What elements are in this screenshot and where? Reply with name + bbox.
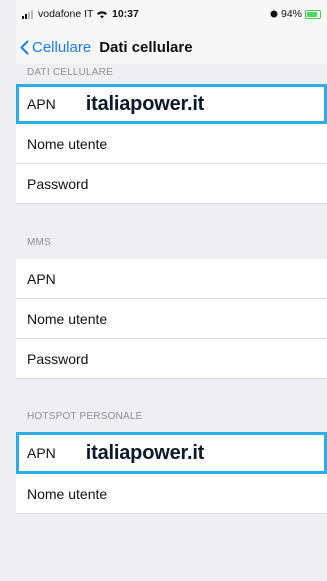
apn-value: italiapower.it bbox=[85, 441, 205, 464]
page-title: Dati cellulare bbox=[99, 38, 193, 56]
dati-apn-field[interactable]: APN italiapower.it bbox=[16, 84, 327, 124]
battery-percent: 94% bbox=[280, 8, 302, 20]
status-bar: vodafone IT 10:37 94% bbox=[16, 0, 327, 30]
signal-icon bbox=[22, 9, 33, 19]
hotspot-apn-field[interactable]: APN italiapower.it bbox=[16, 432, 327, 474]
dati-password-field[interactable]: Password bbox=[16, 164, 327, 204]
navigation-bar: Cellulare Dati cellulare bbox=[16, 30, 327, 64]
back-button[interactable]: Cellulare bbox=[20, 39, 91, 56]
clock: 10:37 bbox=[112, 8, 139, 20]
apn-label: APN bbox=[27, 270, 56, 287]
section-header-mms: MMS bbox=[27, 237, 51, 248]
phone-screen: vodafone IT 10:37 94% Cellulare Dati cel… bbox=[16, 0, 327, 581]
username-label: Nome utente bbox=[27, 310, 108, 327]
carrier-info: vodafone IT bbox=[22, 8, 108, 20]
battery-icon bbox=[305, 9, 321, 19]
hotspot-username-field[interactable]: Nome utente bbox=[16, 474, 327, 514]
section-header-hotspot: HOTSPOT PERSONALE bbox=[27, 411, 143, 422]
password-label: Password bbox=[27, 175, 89, 192]
apn-label: APN bbox=[27, 445, 56, 461]
back-label: Cellulare bbox=[32, 38, 92, 56]
chevron-left-icon bbox=[20, 40, 29, 54]
apn-value: italiapower.it bbox=[85, 92, 205, 115]
mms-username-field[interactable]: Nome utente bbox=[16, 299, 327, 339]
dati-username-field[interactable]: Nome utente bbox=[16, 124, 327, 164]
username-label: Nome utente bbox=[27, 135, 108, 152]
mms-password-field[interactable]: Password bbox=[16, 339, 327, 379]
wifi-icon bbox=[97, 10, 108, 18]
battery-status: 94% bbox=[270, 8, 321, 20]
password-label: Password bbox=[27, 350, 89, 367]
mms-apn-field[interactable]: APN bbox=[16, 259, 327, 299]
section-header-dati-cellulare: DATI CELLULARE bbox=[27, 67, 113, 78]
username-label: Nome utente bbox=[27, 485, 108, 502]
alarm-icon bbox=[270, 10, 278, 18]
carrier-name: vodafone IT bbox=[38, 8, 94, 20]
apn-label: APN bbox=[27, 96, 56, 112]
